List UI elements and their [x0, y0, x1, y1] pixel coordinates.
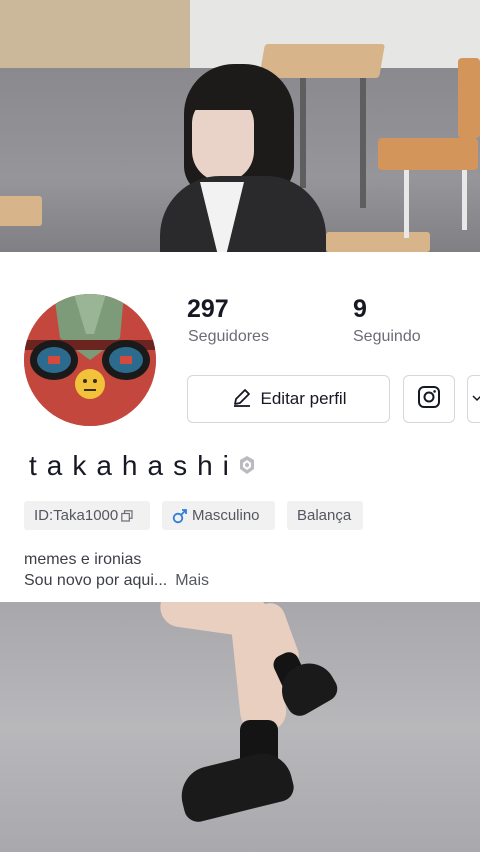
id-chip[interactable]: ID:Taka1000 [24, 501, 150, 530]
person-bangs [190, 80, 280, 110]
id-label: ID:Taka1000 [34, 507, 119, 524]
instagram-button[interactable] [403, 375, 455, 423]
top-background-photo [0, 0, 480, 252]
bottom-background-photo [0, 602, 480, 852]
chair-leg [404, 170, 409, 238]
following-count[interactable]: 9 [353, 295, 367, 324]
followers-count[interactable]: 297 [187, 295, 229, 324]
bio-line-1: memes e ironias [24, 551, 142, 568]
zodiac-label: Balança [297, 507, 352, 524]
edit-profile-button[interactable]: Editar perfil [187, 375, 390, 423]
verified-shield-icon[interactable] [237, 450, 257, 482]
username-row: takahashi [29, 450, 257, 482]
edit-pencil-icon [231, 386, 253, 413]
followers-label[interactable]: Seguidores [188, 328, 269, 346]
zodiac-chip: Balança [287, 501, 363, 530]
chair-leg [462, 170, 467, 230]
bio-line-2-row: Sou novo por aqui... Mais [24, 572, 209, 590]
gender-chip: Masculino [162, 501, 275, 530]
chair [378, 138, 478, 170]
bio-more-link[interactable]: Mais [175, 572, 209, 589]
avatar[interactable] [24, 294, 156, 426]
copy-icon[interactable] [121, 509, 133, 522]
chevron-down-icon [472, 390, 480, 408]
profile-card: 297 Seguidores 9 Seguindo Editar perfil … [0, 252, 480, 602]
bio-line-2: Sou novo por aqui... [24, 572, 168, 589]
desk-leg [300, 78, 306, 188]
classroom-door [0, 0, 190, 68]
more-options-button[interactable] [467, 375, 480, 423]
desk [326, 232, 430, 252]
person-jacket [160, 176, 326, 252]
edit-profile-label: Editar perfil [260, 389, 347, 408]
person-shoe [175, 747, 297, 825]
following-label[interactable]: Seguindo [353, 328, 421, 346]
desk [0, 196, 42, 226]
chair-back [458, 58, 480, 138]
gender-label: Masculino [192, 507, 260, 524]
desk-leg [360, 78, 366, 208]
username: takahashi [29, 450, 239, 481]
male-icon [172, 508, 188, 524]
instagram-icon [417, 385, 441, 414]
avatar-cartoon [24, 294, 156, 426]
desk [259, 44, 385, 78]
